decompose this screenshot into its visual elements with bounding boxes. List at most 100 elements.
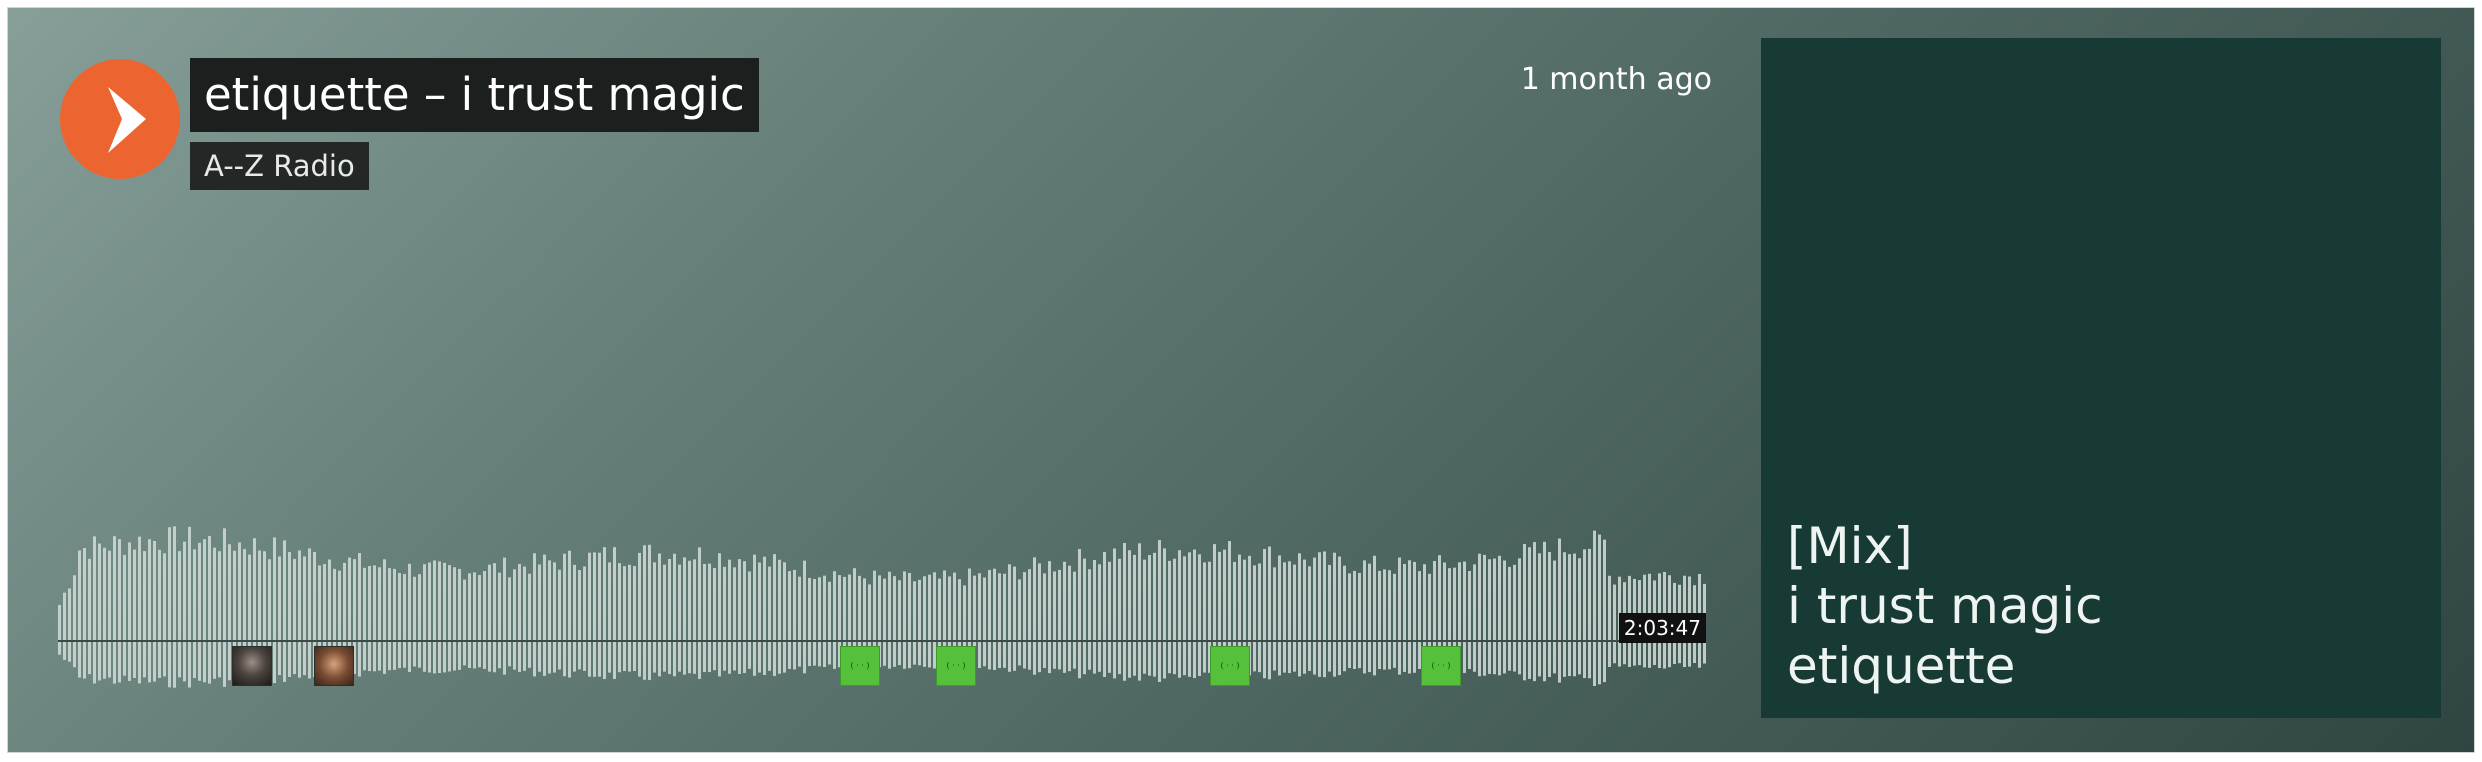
waveform-bar bbox=[368, 566, 371, 672]
waveform-bar bbox=[1543, 541, 1546, 682]
waveform-bar bbox=[158, 549, 161, 678]
waveform-bar bbox=[818, 577, 821, 667]
waveform-bar bbox=[373, 565, 376, 672]
waveform-bar bbox=[1583, 549, 1586, 679]
waveform-bar bbox=[1323, 551, 1326, 678]
waveform-bar bbox=[278, 556, 281, 676]
waveform-bar bbox=[488, 564, 491, 672]
waveform-bar bbox=[483, 571, 486, 669]
waveform-bar bbox=[1353, 570, 1356, 670]
waveform-bar bbox=[1198, 554, 1201, 676]
waveform-bar bbox=[803, 560, 806, 674]
waveform-bar bbox=[1383, 569, 1386, 670]
waveform-bar bbox=[688, 560, 691, 674]
waveform-bar bbox=[768, 566, 771, 671]
waveform-bar bbox=[1553, 560, 1556, 674]
waveform[interactable]: ( · · ) ( · · ) ( · · ) ( · · ) 2:03:47 bbox=[58, 503, 1706, 703]
waveform-bar bbox=[1023, 572, 1026, 669]
waveform-bar bbox=[758, 562, 761, 673]
waveform-bar bbox=[1558, 538, 1561, 683]
waveform-bar bbox=[1478, 553, 1481, 677]
waveform-bar bbox=[193, 549, 196, 679]
waveform-bar bbox=[578, 570, 581, 670]
waveform-bar bbox=[638, 552, 641, 677]
waveform-bar bbox=[1043, 573, 1046, 668]
upload-time: 1 month ago bbox=[1520, 62, 1712, 97]
waveform-bar bbox=[403, 573, 406, 668]
waveform-bar bbox=[1293, 564, 1296, 672]
waveform-bar bbox=[923, 576, 926, 667]
waveform-bar bbox=[428, 562, 431, 673]
cover-artwork[interactable]: [Mix] i trust magic etiquette bbox=[1761, 38, 2441, 718]
waveform-bar bbox=[708, 563, 711, 673]
waveform-bar bbox=[518, 563, 521, 672]
waveform-bar bbox=[1168, 560, 1171, 674]
waveform-bar bbox=[1568, 554, 1571, 677]
track-title[interactable]: etiquette – i trust magic bbox=[190, 58, 759, 132]
artwork-line-1: [Mix] bbox=[1787, 517, 1913, 575]
waveform-bar bbox=[983, 577, 986, 667]
waveform-bar bbox=[703, 563, 706, 672]
waveform-bar bbox=[1118, 558, 1121, 675]
comment-avatar[interactable]: ( · · ) bbox=[936, 646, 976, 686]
waveform-bar bbox=[1063, 561, 1066, 673]
waveform-bar bbox=[148, 539, 151, 683]
waveform-bar bbox=[73, 575, 76, 668]
waveform-bar bbox=[1143, 559, 1146, 674]
comment-avatar[interactable]: ( · · ) bbox=[1210, 646, 1250, 686]
waveform-bar bbox=[808, 577, 811, 667]
comment-avatar[interactable]: ( · · ) bbox=[1421, 646, 1461, 686]
waveform-bar bbox=[783, 562, 786, 673]
waveform-bar bbox=[453, 567, 456, 671]
waveform-bar bbox=[598, 552, 601, 677]
waveform-bar bbox=[293, 558, 296, 675]
waveform-bar bbox=[163, 553, 166, 677]
waveform-bar bbox=[1058, 569, 1061, 670]
waveform-bar bbox=[1573, 553, 1576, 677]
waveform-bar bbox=[1563, 552, 1566, 677]
waveform-bar bbox=[273, 537, 276, 684]
waveform-bar bbox=[613, 547, 616, 679]
waveform-bar bbox=[223, 528, 226, 687]
waveform-bar bbox=[173, 526, 176, 688]
waveform-bar bbox=[1498, 555, 1501, 676]
waveform-bar bbox=[68, 588, 71, 662]
waveform-bar bbox=[393, 568, 396, 670]
waveform-bar bbox=[918, 579, 921, 666]
waveform-bar bbox=[1403, 563, 1406, 672]
waveform-bar bbox=[298, 550, 301, 678]
waveform-bar bbox=[283, 540, 286, 682]
comment-avatar[interactable] bbox=[232, 646, 272, 686]
waveform-bar bbox=[1133, 554, 1136, 676]
waveform-bar bbox=[1318, 552, 1321, 677]
audio-player: etiquette – i trust magic A--Z Radio 1 m… bbox=[7, 7, 2475, 753]
waveform-bar bbox=[998, 573, 1001, 668]
waveform-bar bbox=[303, 556, 306, 676]
waveform-bar bbox=[1468, 570, 1471, 669]
waveform-bar bbox=[1358, 572, 1361, 669]
waveform-bar bbox=[1038, 563, 1041, 673]
waveform-bar bbox=[1258, 563, 1261, 673]
waveform-bar bbox=[1493, 558, 1496, 675]
comment-avatar[interactable] bbox=[314, 646, 354, 686]
waveform-bar bbox=[133, 549, 136, 678]
waveform-bar bbox=[183, 541, 186, 682]
waveform-bar bbox=[513, 569, 516, 670]
waveform-bar bbox=[1283, 562, 1286, 673]
waveform-bar bbox=[1153, 552, 1156, 677]
waveform-bar bbox=[1538, 553, 1541, 677]
comment-avatar[interactable]: ( · · ) bbox=[840, 646, 880, 686]
waveform-bar bbox=[1408, 560, 1411, 674]
waveform-bar bbox=[603, 547, 606, 679]
waveform-bar bbox=[593, 552, 596, 677]
waveform-bar bbox=[213, 547, 216, 679]
waveform-bar bbox=[563, 553, 566, 677]
waveform-bar bbox=[1193, 549, 1196, 679]
play-button[interactable] bbox=[60, 59, 180, 179]
artist-name[interactable]: A--Z Radio bbox=[190, 142, 369, 190]
waveform-bar bbox=[88, 558, 91, 675]
waveform-bar bbox=[228, 544, 231, 681]
waveform-bar bbox=[1173, 558, 1176, 675]
waveform-bar bbox=[458, 568, 461, 670]
waveform-bar bbox=[908, 572, 911, 669]
